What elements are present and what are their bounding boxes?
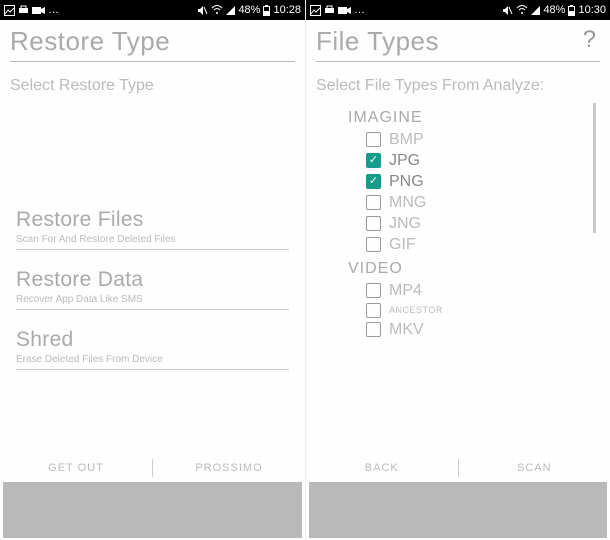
group-video-label: VIDEO: [348, 260, 600, 278]
checkbox-label: MP4: [389, 282, 422, 300]
screenshot-pair: … 48% 10:28 Restore Type Select Restore …: [0, 0, 610, 540]
checkbox-label: PNG: [389, 173, 424, 191]
checkbox-ancestor[interactable]: ANCESTOR: [366, 303, 600, 318]
statusbar: … 48% 10:30: [306, 0, 610, 20]
option-desc: Scan For And Restore Deleted Files: [16, 234, 289, 245]
checkbox-icon: [366, 283, 381, 298]
help-icon[interactable]: ?: [583, 26, 600, 54]
camera-icon: [338, 6, 351, 15]
phone-left: … 48% 10:28 Restore Type Select Restore …: [0, 0, 305, 540]
header: Restore Type: [0, 20, 305, 59]
checkbox-label: ANCESTOR: [389, 305, 443, 315]
checkbox-mkv[interactable]: MKV: [366, 321, 600, 339]
divider: [16, 309, 289, 310]
camera-icon: [32, 6, 45, 15]
divider: [16, 369, 289, 370]
option-title: Restore Files: [16, 208, 289, 232]
option-title: Shred: [16, 328, 289, 352]
option-restore-files[interactable]: Restore Files Scan For And Restore Delet…: [12, 198, 293, 258]
checkbox-label: GIF: [389, 236, 416, 254]
statusbar-right: 48% 10:30: [502, 4, 606, 16]
back-button[interactable]: BACK: [306, 454, 458, 482]
battery-percentage: 48%: [543, 4, 565, 16]
checkbox-mp4[interactable]: MP4: [366, 282, 600, 300]
option-desc: Erase Deleted Files From Device: [16, 354, 289, 365]
header: File Types ?: [306, 20, 610, 59]
prossimo-button[interactable]: PROSSIMO: [153, 454, 305, 482]
checkbox-icon: [366, 195, 381, 210]
checkbox-icon: [366, 237, 381, 252]
page-subtitle: Select File Types From Analyze:: [306, 62, 610, 97]
statusbar-left: …: [4, 4, 59, 16]
print-icon: [324, 5, 335, 16]
option-shred[interactable]: Shred Erase Deleted Files From Device: [12, 318, 293, 378]
divider: [16, 249, 289, 250]
checkbox-label: JPG: [389, 152, 420, 170]
battery-icon: [263, 5, 270, 16]
checkbox-label: MNG: [389, 194, 426, 212]
print-icon: [18, 5, 29, 16]
checkbox-icon: [366, 303, 381, 318]
signal-icon: [531, 6, 540, 15]
checkbox-jng[interactable]: JNG: [366, 215, 600, 233]
battery-icon: [568, 5, 575, 16]
image-icon: [310, 5, 321, 16]
option-desc: Recover App Data Like SMS: [16, 294, 289, 305]
checkbox-icon: [366, 132, 381, 147]
bottom-bar: BACK SCAN: [306, 454, 610, 482]
bottom-bar: GET OUT PROSSIMO: [0, 454, 305, 482]
more-indicator: …: [48, 4, 59, 16]
option-title: Restore Data: [16, 268, 289, 292]
battery-percentage: 48%: [238, 4, 260, 16]
scan-button[interactable]: SCAN: [459, 454, 610, 482]
statusbar-left: …: [310, 4, 365, 16]
group-imagine-label: IMAGINE: [348, 109, 600, 127]
checkbox-icon: ✓: [366, 153, 381, 168]
scrollbar[interactable]: [593, 103, 596, 233]
checkbox-bmp[interactable]: BMP: [366, 131, 600, 149]
checkbox-jpg[interactable]: ✓ JPG: [366, 152, 600, 170]
mute-icon: [197, 5, 208, 16]
page-title: File Types: [316, 26, 439, 57]
more-indicator: …: [354, 4, 365, 16]
checkbox-label: BMP: [389, 131, 424, 149]
statusbar: … 48% 10:28: [0, 0, 305, 20]
checkbox-label: MKV: [389, 321, 424, 339]
checkbox-gif[interactable]: GIF: [366, 236, 600, 254]
ad-placeholder[interactable]: [3, 482, 302, 538]
phone-right: … 48% 10:30 File Types ? Select File Typ…: [305, 0, 610, 540]
clock: 10:30: [578, 4, 606, 16]
checkbox-label: JNG: [389, 215, 421, 233]
checkbox-icon: ✓: [366, 174, 381, 189]
checkbox-mng[interactable]: MNG: [366, 194, 600, 212]
checkbox-icon: [366, 216, 381, 231]
get-out-button[interactable]: GET OUT: [0, 454, 152, 482]
mute-icon: [502, 5, 513, 16]
ad-placeholder[interactable]: [309, 482, 607, 538]
wifi-icon: [516, 5, 528, 15]
checkmark-icon: ✓: [369, 176, 378, 187]
page-title: Restore Type: [10, 26, 170, 57]
checkmark-icon: ✓: [369, 155, 378, 166]
statusbar-right: 48% 10:28: [197, 4, 301, 16]
image-icon: [4, 5, 15, 16]
checkbox-png[interactable]: ✓ PNG: [366, 173, 600, 191]
signal-icon: [226, 6, 235, 15]
wifi-icon: [211, 5, 223, 15]
clock: 10:28: [273, 4, 301, 16]
page-subtitle: Select Restore Type: [0, 62, 305, 97]
checkbox-icon: [366, 322, 381, 337]
option-restore-data[interactable]: Restore Data Recover App Data Like SMS: [12, 258, 293, 318]
